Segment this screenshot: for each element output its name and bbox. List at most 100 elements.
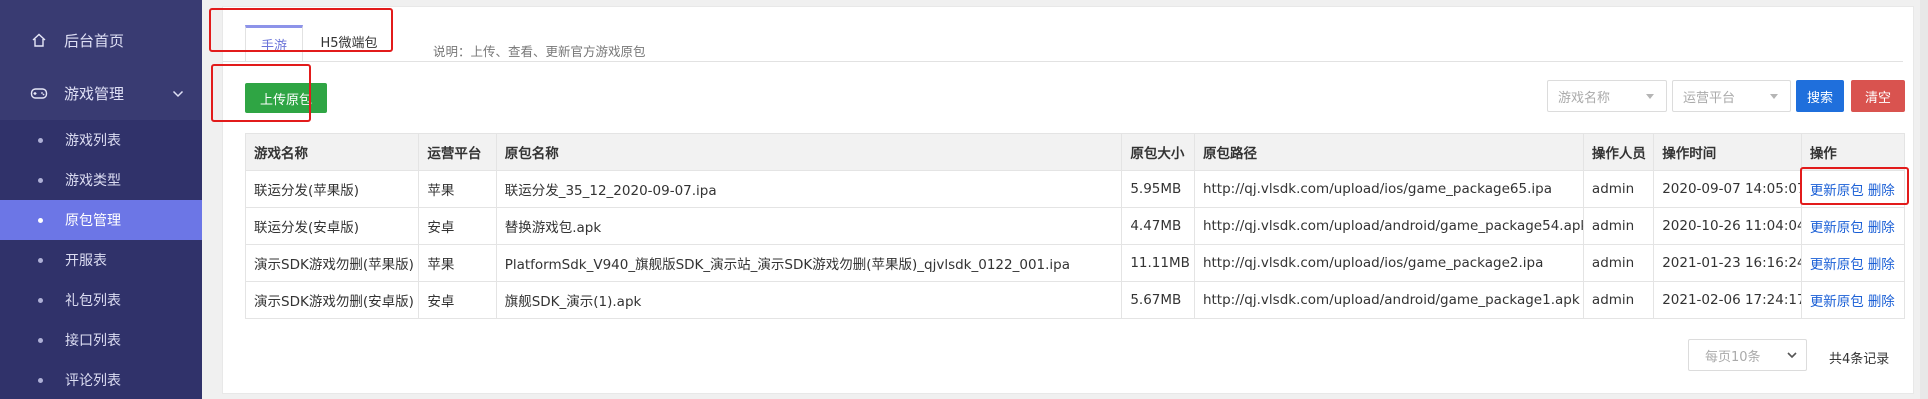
cell-game: 演示SDK游戏勿删(苹果版) bbox=[244, 244, 420, 282]
cell-path: http://qj.vlsdk.com/upload/android/game_… bbox=[1193, 281, 1584, 319]
cell-game: 联运分发(苹果版) bbox=[244, 170, 420, 208]
annotation-box-upload bbox=[211, 64, 311, 122]
gamepad-icon bbox=[30, 84, 48, 102]
cell-package: 联运分发_35_12_2020-09-07.ipa bbox=[495, 170, 1123, 208]
cell-time: 2020-10-26 11:04:04 bbox=[1653, 207, 1802, 245]
cell-actions: 更新原包 删除 bbox=[1800, 244, 1906, 282]
delete-link[interactable]: 删除 bbox=[1868, 257, 1895, 273]
chevron-down-icon bbox=[1786, 349, 1798, 365]
page-size-select[interactable]: 每页10条 bbox=[1688, 339, 1807, 371]
cell-path: http://qj.vlsdk.com/upload/ios/game_pack… bbox=[1193, 170, 1584, 208]
home-icon bbox=[30, 31, 48, 49]
sidebar-subitem[interactable]: 礼包列表 bbox=[0, 280, 202, 320]
cell-game: 演示SDK游戏勿删(安卓版) bbox=[244, 281, 420, 319]
sidebar-subitem[interactable]: 开服表 bbox=[0, 240, 202, 280]
bullet-dot-icon bbox=[38, 297, 43, 303]
package-table: 游戏名称 运营平台 原包名称 原包大小 原包路径 操作人员 操作时间 操作 联运分发(苹果版)… bbox=[244, 133, 1906, 319]
column-header: 游戏名称 bbox=[244, 133, 420, 171]
bullet-dot-icon bbox=[38, 137, 43, 143]
content-panel: 手游 H5微端包 说明：上传、查看、更新官方游戏原包 上传原包 游戏名称 运营平… bbox=[209, 6, 1914, 394]
game-name-select[interactable]: 游戏名称 bbox=[1547, 80, 1667, 112]
cell-time: 2021-02-06 17:24:17 bbox=[1653, 281, 1802, 319]
sidebar-subitem-label: 评论列表 bbox=[65, 373, 121, 389]
sidebar-subitem[interactable]: 接口列表 bbox=[0, 320, 202, 360]
sidebar-subitem-label: 礼包列表 bbox=[65, 293, 121, 309]
table-row: 联运分发(苹果版) 苹果 联运分发_35_12_2020-09-07.ipa 5.95… bbox=[244, 170, 1906, 208]
column-header: 原包大小 bbox=[1121, 133, 1195, 171]
update-package-link[interactable]: 更新原包 bbox=[1810, 294, 1864, 310]
search-button[interactable]: 搜索 bbox=[1796, 80, 1844, 112]
bullet-dot-icon bbox=[38, 337, 43, 343]
sidebar-subitem[interactable]: 原包管理 bbox=[0, 200, 202, 240]
cell-path: http://qj.vlsdk.com/upload/android/game_… bbox=[1193, 207, 1584, 245]
cell-size: 5.95MB bbox=[1121, 170, 1195, 208]
cell-size: 11.11MB bbox=[1121, 244, 1195, 282]
column-header: 操作时间 bbox=[1653, 133, 1802, 171]
column-header: 原包路径 bbox=[1193, 133, 1584, 171]
cell-game: 联运分发(安卓版) bbox=[244, 207, 420, 245]
cell-operator: admin bbox=[1582, 281, 1655, 319]
platform-select[interactable]: 运营平台 bbox=[1672, 80, 1791, 112]
page-scrollbar[interactable] bbox=[1920, 0, 1928, 399]
cell-operator: admin bbox=[1582, 170, 1655, 208]
update-package-link[interactable]: 更新原包 bbox=[1810, 220, 1864, 236]
table-header-row: 游戏名称 运营平台 原包名称 原包大小 原包路径 操作人员 操作时间 操作 bbox=[244, 133, 1906, 171]
sidebar-subitem-label: 游戏列表 bbox=[65, 133, 121, 149]
cell-time: 2020-09-07 14:05:07 bbox=[1653, 170, 1802, 208]
sidebar-subitem-label: 游戏类型 bbox=[65, 173, 121, 189]
tab-description: 说明：上传、查看、更新官方游戏原包 bbox=[433, 44, 646, 59]
delete-link[interactable]: 删除 bbox=[1868, 220, 1895, 236]
cell-platform: 安卓 bbox=[418, 207, 497, 245]
cell-package: PlatformSdk_V940_旗舰版SDK_演示站_演示SDK游戏勿删(苹果… bbox=[495, 244, 1123, 282]
platform-placeholder: 运营平台 bbox=[1683, 90, 1736, 106]
sidebar-subitem-label: 原包管理 bbox=[65, 213, 121, 229]
table-row: 演示SDK游戏勿删(安卓版) 安卓 旗舰SDK_演示(1).apk 5.67MB htt… bbox=[244, 281, 1906, 319]
cell-platform: 苹果 bbox=[418, 170, 497, 208]
column-header: 操作 bbox=[1800, 133, 1906, 171]
annotation-box-actions bbox=[1800, 167, 1909, 205]
game-name-placeholder: 游戏名称 bbox=[1558, 90, 1611, 106]
update-package-link[interactable]: 更新原包 bbox=[1810, 257, 1864, 273]
sidebar-subitem[interactable]: 评论列表 bbox=[0, 360, 202, 399]
delete-link[interactable]: 删除 bbox=[1868, 294, 1895, 310]
cell-size: 4.47MB bbox=[1121, 207, 1195, 245]
cell-actions: 更新原包 删除 bbox=[1800, 207, 1906, 245]
bullet-dot-icon bbox=[38, 217, 43, 223]
cell-package: 替换游戏包.apk bbox=[495, 207, 1123, 245]
cell-package: 旗舰SDK_演示(1).apk bbox=[495, 281, 1123, 319]
record-total: 共4条记录 bbox=[1829, 352, 1890, 367]
sidebar-item-home[interactable]: 后台首页 bbox=[0, 12, 202, 68]
tabs-divider bbox=[223, 61, 1903, 62]
chevron-down-icon bbox=[172, 84, 184, 102]
sidebar-subitem[interactable]: 游戏类型 bbox=[0, 160, 202, 200]
sidebar-item-game-management[interactable]: 游戏管理 bbox=[0, 65, 202, 121]
caret-down-icon bbox=[1646, 94, 1654, 99]
main-area: 手游 H5微端包 说明：上传、查看、更新官方游戏原包 上传原包 游戏名称 运营平… bbox=[202, 0, 1928, 399]
sidebar-item-label: 游戏管理 bbox=[64, 84, 125, 103]
sidebar-subitem[interactable]: 游戏列表 bbox=[0, 120, 202, 160]
page-size-value: 每页10条 bbox=[1705, 349, 1761, 365]
cell-size: 5.67MB bbox=[1121, 281, 1195, 319]
sidebar: 后台首页 游戏管理 游戏列表游戏类型原包管理开服表礼包列表接口列表评论列表 bbox=[0, 0, 202, 399]
bullet-dot-icon bbox=[38, 377, 43, 383]
cell-actions: 更新原包 删除 bbox=[1800, 281, 1906, 319]
cell-time: 2021-01-23 16:16:24 bbox=[1653, 244, 1802, 282]
sidebar-subitem-label: 开服表 bbox=[65, 253, 107, 269]
cell-platform: 苹果 bbox=[418, 244, 497, 282]
column-header: 原包名称 bbox=[495, 133, 1123, 171]
bullet-dot-icon bbox=[38, 177, 43, 183]
sidebar-submenu: 游戏列表游戏类型原包管理开服表礼包列表接口列表评论列表 bbox=[0, 120, 202, 399]
column-header: 操作人员 bbox=[1582, 133, 1655, 171]
cell-operator: admin bbox=[1582, 244, 1655, 282]
clear-button[interactable]: 清空 bbox=[1851, 80, 1905, 112]
annotation-box-tabs bbox=[209, 8, 393, 52]
cell-operator: admin bbox=[1582, 207, 1655, 245]
table-row: 联运分发(安卓版) 安卓 替换游戏包.apk 4.47MB http://qj.vlsd… bbox=[244, 207, 1906, 245]
cell-platform: 安卓 bbox=[418, 281, 497, 319]
cell-path: http://qj.vlsdk.com/upload/ios/game_pack… bbox=[1193, 244, 1584, 282]
column-header: 运营平台 bbox=[418, 133, 497, 171]
sidebar-item-label: 后台首页 bbox=[64, 31, 125, 50]
sidebar-subitem-label: 接口列表 bbox=[65, 333, 121, 349]
caret-down-icon bbox=[1770, 94, 1778, 99]
bullet-dot-icon bbox=[38, 257, 43, 263]
